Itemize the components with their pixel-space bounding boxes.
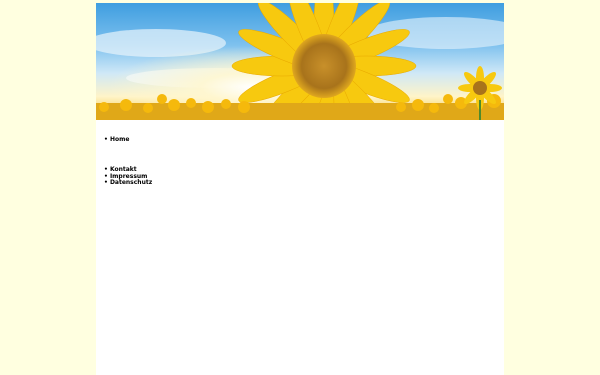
nav-link-datenschutz[interactable]: Datenschutz [104, 179, 152, 187]
nav-link-home[interactable]: Home [104, 136, 129, 144]
header-banner-image [96, 3, 504, 120]
page-container: Home Kontakt Impressum Datenschutz [96, 3, 504, 375]
secondary-navigation: Kontakt Impressum Datenschutz [104, 166, 152, 187]
sunflower-field-illustration [96, 3, 504, 120]
primary-navigation: Home [104, 136, 129, 144]
